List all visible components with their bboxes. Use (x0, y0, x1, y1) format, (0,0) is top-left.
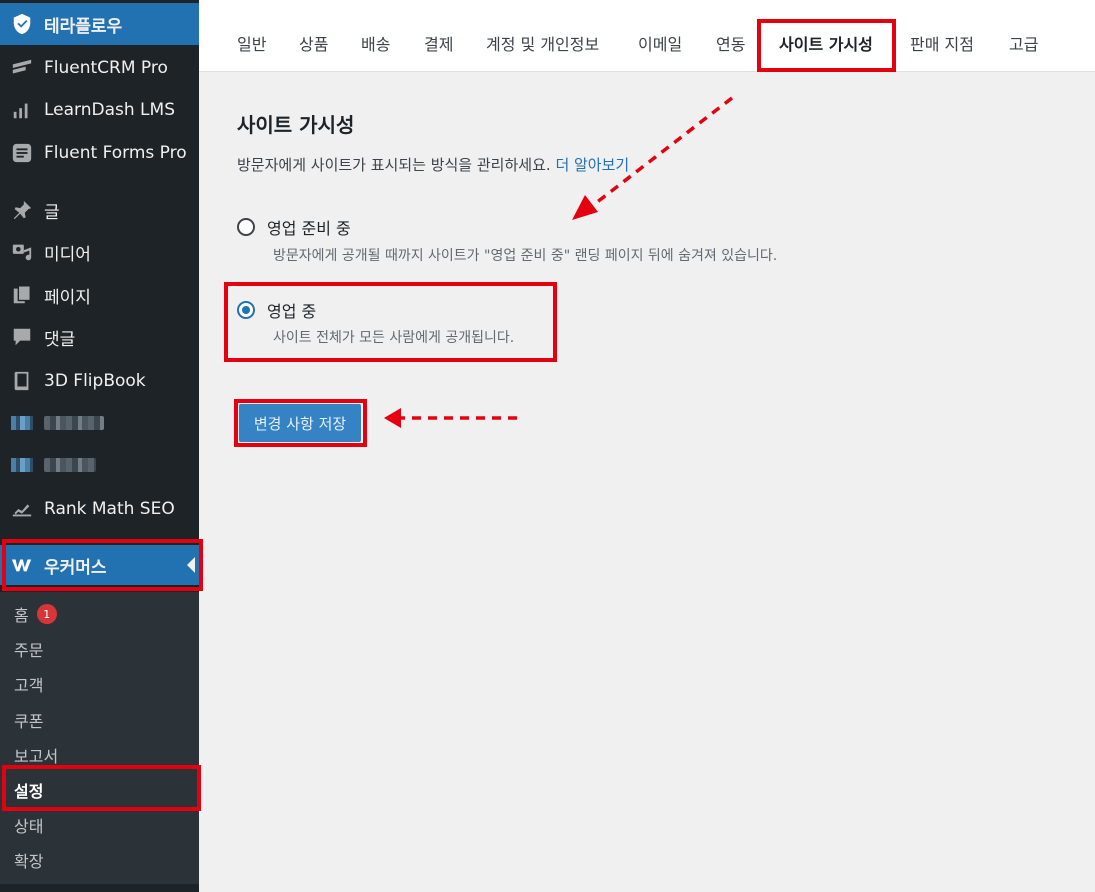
blurred-label (44, 458, 96, 472)
option-help-text: 방문자에게 공개될 때까지 사이트가 "영업 준비 중" 랜딩 페이지 뒤에 숨… (273, 248, 778, 264)
radio-coming-soon[interactable] (237, 218, 255, 236)
sidebar-item-posts[interactable]: 글 (0, 190, 199, 230)
tab-integration[interactable]: 연동 (716, 30, 745, 60)
sidebar-item-learndash[interactable]: LearnDash LMS (0, 90, 199, 130)
book-icon (10, 369, 34, 393)
radio-live[interactable] (237, 301, 255, 319)
submenu-item-orders[interactable]: 주문 (14, 637, 43, 661)
sidebar-item-fluentforms[interactable]: Fluent Forms Pro (0, 133, 199, 173)
option-help-text: 사이트 전체가 모든 사람에게 공개됩니다. (273, 330, 515, 346)
submenu-item-label: 고객 (14, 676, 44, 695)
option-coming-soon[interactable]: 영업 준비 중 (237, 215, 351, 239)
site-brand[interactable]: 테라플로우 (0, 3, 199, 45)
learndash-icon (10, 98, 34, 122)
blurred-icon-placeholder (11, 416, 33, 430)
tab-site-visibility[interactable]: 사이트 가시성 (779, 30, 873, 60)
submenu-item-settings[interactable]: 설정 (14, 778, 43, 802)
pages-icon (10, 283, 34, 307)
current-menu-arrow-icon (187, 557, 195, 573)
submenu-item-label: 홈 (14, 606, 29, 625)
sidebar-item-3d-flipbook[interactable]: 3D FlipBook (0, 361, 199, 401)
sidebar-item-fluentcrm[interactable]: FluentCRM Pro (0, 48, 199, 88)
option-live[interactable]: 영업 중 (237, 298, 316, 322)
sidebar-item-label: LearnDash LMS (44, 100, 175, 120)
woocommerce-icon (10, 553, 34, 577)
highlight-box-option (224, 282, 557, 362)
blurred-label (44, 416, 104, 430)
blurred-icon (10, 411, 34, 435)
tab-point-of-sale[interactable]: 판매 지점 (910, 30, 974, 60)
page-description: 방문자에게 사이트가 표시되는 방식을 관리하세요. 더 알아보기 (237, 154, 629, 175)
site-brand-label: 테라플로우 (44, 16, 123, 37)
admin-sidebar: 테라플로우 FluentCRM Pro LearnDash LMS Fluent… (0, 0, 199, 892)
tab-general[interactable]: 일반 (237, 30, 266, 60)
sidebar-item-woocommerce[interactable]: 우커머스 (0, 545, 199, 585)
learn-more-link[interactable]: 더 알아보기 (555, 156, 629, 174)
page-title: 사이트 가시성 (237, 113, 355, 137)
submenu-item-status[interactable]: 상태 (14, 813, 43, 837)
sidebar-item-comments[interactable]: 댓글 (0, 317, 199, 357)
sidebar-item-pages[interactable]: 페이지 (0, 275, 199, 315)
description-text: 방문자에게 사이트가 표시되는 방식을 관리하세요. (237, 156, 551, 174)
submenu-item-home[interactable]: 홈 1 (14, 602, 57, 626)
settings-tabs: 일반 상품 배송 결제 계정 및 개인정보 이메일 연동 사이트 가시성 판매 … (199, 0, 1095, 72)
sidebar-item-label: FluentCRM Pro (44, 58, 168, 78)
sidebar-item-rank-math[interactable]: Rank Math SEO (0, 489, 199, 529)
sidebar-item-label: 댓글 (44, 329, 76, 350)
comment-icon (10, 325, 34, 349)
submenu-item-customers[interactable]: 고객 (14, 672, 43, 696)
submenu-item-label: 상태 (14, 817, 44, 836)
pin-icon (10, 198, 34, 222)
submenu-item-reports[interactable]: 보고서 (14, 743, 58, 767)
shield-icon (10, 12, 34, 36)
save-changes-button[interactable]: 변경 사항 저장 (239, 404, 361, 442)
blurred-icon (10, 453, 34, 477)
rankmath-icon (10, 497, 34, 521)
submenu-item-label: 보고서 (14, 747, 59, 766)
sidebar-item-label: Fluent Forms Pro (44, 143, 187, 163)
tab-emails[interactable]: 이메일 (638, 30, 682, 60)
woocommerce-submenu: 홈 1 주문 고객 쿠폰 보고서 설정 상태 확장 (0, 592, 199, 884)
sidebar-item-media[interactable]: 미디어 (0, 232, 199, 272)
submenu-item-label: 설정 (14, 782, 44, 801)
tab-shipping[interactable]: 배송 (361, 30, 390, 60)
submenu-item-label: 확장 (14, 852, 44, 871)
sidebar-item-label: 3D FlipBook (44, 371, 146, 391)
tab-advanced[interactable]: 고급 (1009, 30, 1038, 60)
sidebar-item-label: 글 (44, 202, 60, 223)
submenu-item-coupons[interactable]: 쿠폰 (14, 708, 43, 732)
option-label: 영업 준비 중 (267, 219, 351, 238)
tab-products[interactable]: 상품 (299, 30, 328, 60)
submenu-item-extensions[interactable]: 확장 (14, 848, 43, 872)
submenu-item-label: 주문 (14, 641, 44, 660)
tab-accounts-privacy[interactable]: 계정 및 개인정보 (486, 30, 599, 60)
blurred-icon-placeholder (11, 458, 33, 472)
sidebar-item-label: 미디어 (44, 244, 91, 265)
fluentforms-icon (10, 141, 34, 165)
sidebar-item-blurred-2[interactable] (0, 445, 199, 485)
tab-payments[interactable]: 결제 (424, 30, 453, 60)
sidebar-item-label: 우커머스 (44, 557, 107, 578)
notification-badge: 1 (36, 604, 57, 624)
fluentcrm-icon (10, 56, 34, 80)
option-label: 영업 중 (267, 302, 317, 321)
sidebar-item-blurred-1[interactable] (0, 403, 199, 443)
sidebar-item-label: Rank Math SEO (44, 499, 175, 519)
arrow-to-save-button (384, 408, 517, 428)
media-icon (10, 240, 34, 264)
submenu-item-label: 쿠폰 (14, 712, 44, 731)
sidebar-item-label: 페이지 (44, 287, 91, 308)
